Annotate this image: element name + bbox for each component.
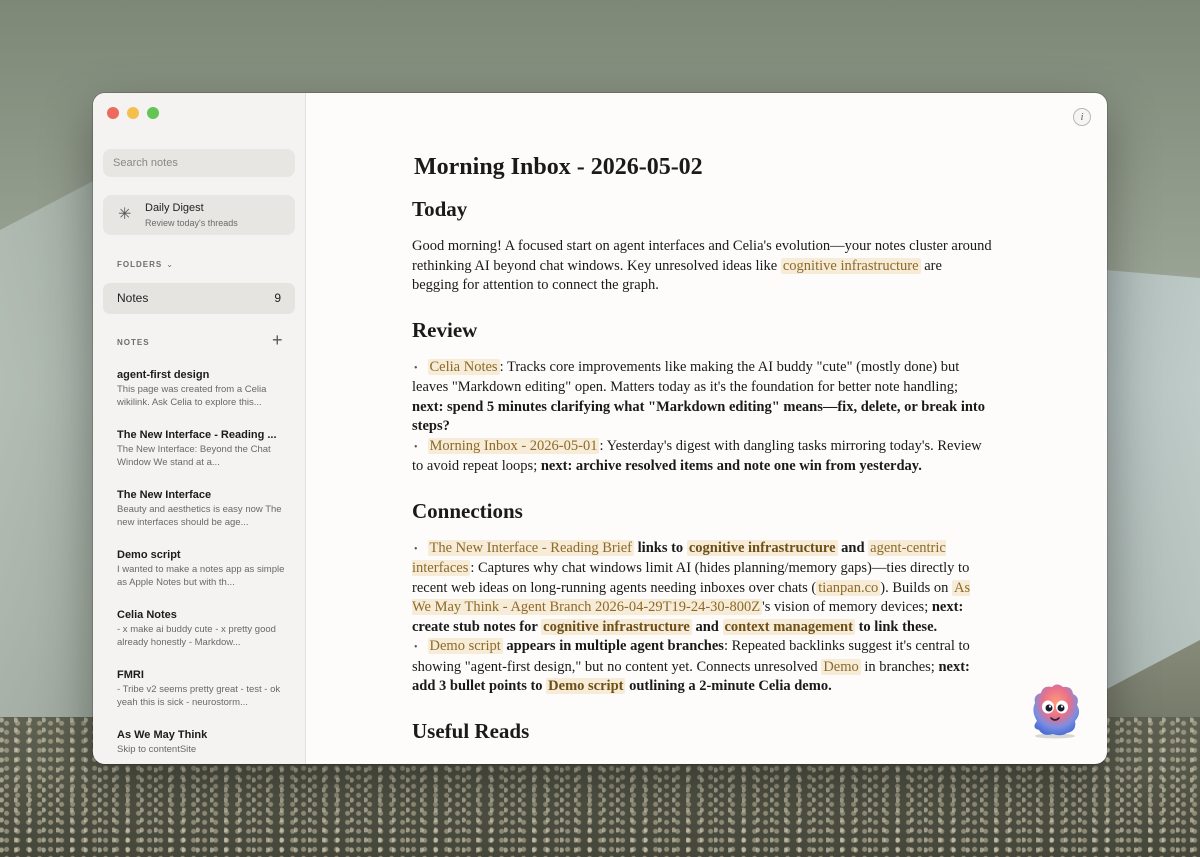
list-item[interactable]: agent-first design This page was created… (117, 369, 287, 429)
connection-text: links to (634, 539, 687, 556)
notes-section-label: NOTES (117, 338, 150, 347)
page-title: Morning Inbox - 2026-05-02 (414, 154, 703, 180)
fuzzy-buddy-icon[interactable] (1025, 681, 1085, 739)
folders-section-toggle[interactable]: FOLDERS ⌄ (117, 260, 174, 269)
sparkle-icon: ✳ (118, 206, 132, 223)
note-title: Demo script (117, 549, 181, 561)
connection-text: and (691, 618, 723, 635)
connection-text: to link these. (854, 618, 938, 635)
review-item: Celia Notes: Tracks core improvements li… (412, 358, 992, 437)
add-note-icon[interactable]: + (272, 331, 283, 349)
connection-item: The New Interface - Reading Brief links … (412, 539, 992, 638)
note-preview: This page was created from a Celia wikil… (117, 384, 267, 408)
folders-label: FOLDERS (117, 260, 163, 269)
sidebar: ✳ Daily Digest Review today's threads FO… (93, 93, 306, 764)
folder-count: 9 (274, 291, 281, 305)
connections-list: The New Interface - Reading Brief links … (412, 539, 992, 697)
list-item[interactable]: Demo script I wanted to make a notes app… (117, 549, 287, 609)
window-controls (107, 107, 159, 119)
note-preview: The New Interface: Beyond the Chat Windo… (117, 444, 271, 468)
note-preview: I wanted to make a notes app as simple a… (117, 564, 285, 588)
today-heading: Today (412, 197, 468, 221)
daily-digest-subtitle: Review today's threads (145, 218, 238, 228)
folder-name: Notes (117, 291, 149, 305)
wikilink-cognitive-infrastructure[interactable]: cognitive infrastructure (780, 257, 921, 274)
note-list: agent-first design This page was created… (117, 369, 287, 764)
list-item[interactable]: Celia Notes - x make ai buddy cute - x p… (117, 609, 287, 669)
daily-digest-title: Daily Digest (145, 202, 204, 214)
connection-text: outlining a 2-minute Celia demo. (625, 678, 832, 694)
review-list: Celia Notes: Tracks core improvements li… (412, 358, 992, 477)
wikilink-cognitive-infrastructure[interactable]: cognitive infrastructure (541, 618, 692, 635)
connection-item: Demo script appears in multiple agent br… (412, 637, 992, 697)
note-title: Celia Notes (117, 609, 177, 621)
list-item[interactable]: As We May Think Skip to contentSite (117, 729, 287, 764)
note-title: As We May Think (117, 729, 208, 741)
review-item-next: next: archive resolved items and note on… (540, 458, 922, 474)
connection-text: in branches; (860, 658, 939, 675)
note-editor[interactable]: Morning Inbox - 2026-05-02 Today Good mo… (412, 151, 992, 759)
list-item[interactable]: The New Interface Beauty and aesthetics … (117, 489, 287, 549)
note-preview: - x make ai buddy cute - x pretty good a… (117, 624, 276, 648)
connections-heading: Connections (412, 498, 523, 523)
useful-reads-heading: Useful Reads (412, 718, 530, 743)
today-paragraph: Good morning! A focused start on agent i… (412, 237, 992, 296)
wikilink-context-management[interactable]: context management (722, 618, 855, 635)
list-item[interactable]: FMRI - Tribe v2 seems pretty great - tes… (117, 669, 287, 729)
review-item-next: next: spend 5 minutes clarifying what "M… (412, 398, 986, 435)
web-link-tianpan[interactable]: tianpan.co (816, 579, 881, 596)
close-window-button[interactable] (107, 107, 119, 119)
maximize-window-button[interactable] (147, 107, 159, 119)
connection-text: appears in multiple agent branches (502, 638, 724, 654)
note-preview: Skip to contentSite (117, 744, 197, 755)
wikilink-celia-notes[interactable]: Celia Notes (427, 358, 500, 375)
note-preview: Beauty and aesthetics is easy now The ne… (117, 504, 282, 528)
connection-text: 's vision of memory devices; (762, 599, 932, 615)
info-icon[interactable]: i (1073, 108, 1091, 126)
wikilink-new-interface-reading-brief[interactable]: The New Interface - Reading Brief (427, 539, 635, 556)
note-title: agent-first design (117, 369, 210, 381)
minimize-window-button[interactable] (127, 107, 139, 119)
search-input[interactable] (103, 149, 295, 177)
note-title: The New Interface (117, 489, 212, 501)
wikilink-demo[interactable]: Demo (821, 658, 861, 675)
note-title: The New Interface - Reading ... (117, 429, 277, 441)
chevron-down-icon: ⌄ (166, 260, 174, 269)
review-heading: Review (412, 317, 478, 342)
list-item[interactable]: The New Interface - Reading ... The New … (117, 429, 287, 489)
connection-text: and (837, 539, 869, 556)
wikilink-cognitive-infrastructure[interactable]: cognitive infrastructure (686, 539, 838, 556)
wikilink-morning-inbox[interactable]: Morning Inbox - 2026-05-01 (427, 437, 600, 454)
wikilink-demo-script[interactable]: Demo script (546, 678, 626, 694)
note-preview: - Tribe v2 seems pretty great - test - o… (117, 684, 281, 708)
review-item: Morning Inbox - 2026-05-01: Yesterday's … (412, 437, 992, 477)
daily-digest-button[interactable]: ✳ Daily Digest Review today's threads (103, 195, 295, 235)
notes-app-window: ✳ Daily Digest Review today's threads FO… (93, 93, 1107, 764)
wikilink-demo-script[interactable]: Demo script (427, 638, 503, 654)
folder-item-notes[interactable]: Notes 9 (103, 283, 295, 314)
note-title: FMRI (117, 669, 144, 681)
connection-text: ). Builds on (880, 579, 952, 596)
